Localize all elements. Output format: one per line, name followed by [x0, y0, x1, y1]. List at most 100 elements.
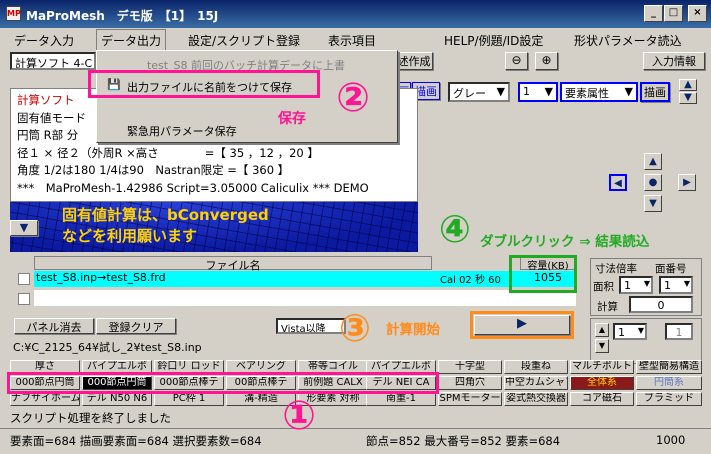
center-dot-icon[interactable]: ● [644, 174, 662, 191]
shape-button[interactable]: 四角穴 [438, 376, 502, 390]
row2-checkbox[interactable] [18, 293, 30, 305]
file-name-header: ファイル名 [34, 256, 432, 272]
spin-down-icon[interactable]: ▼ [595, 339, 609, 353]
calc-software-field[interactable]: 計算ソフト 4-C [10, 52, 96, 70]
arrow-right-icon[interactable]: ▶ [678, 174, 696, 191]
file-row-2[interactable] [34, 290, 576, 306]
zoom-in-button[interactable]: ⊕ [535, 52, 558, 70]
shape-button[interactable]: 姿式熱交換器 [504, 392, 568, 406]
annotation-1: ① [282, 393, 316, 439]
file-row-1[interactable]: test_S8.inp→test_S8.frd [34, 271, 432, 287]
highlight-run [470, 311, 574, 339]
zoom-value: 1000 [656, 433, 686, 447]
magnifier-plus-icon: ⊕ [541, 53, 552, 67]
highlight-capacity [509, 255, 577, 293]
draw-button-3[interactable]: 描画 [640, 82, 670, 102]
highlight-shape-row [7, 372, 439, 394]
menu-help[interactable]: HELP/例題/ID設定 [444, 32, 543, 49]
menu-bar: データ入力 データ出力 設定/スクリプト登録 表示項目 HELP/例題/ID設定… [0, 29, 711, 50]
mesh-view[interactable]: 固有値計算は、bConverged などを利用願います [10, 202, 418, 252]
shape-button[interactable]: PC枠 1 [154, 392, 224, 406]
shape-button[interactable]: 壁型簡易構造 [636, 360, 702, 374]
dimension-panel: 寸法倍率 面番号 面积 1 ▼ 1 ▼ 計算 0 [590, 258, 702, 316]
arrow-down-icon[interactable]: ▼ [644, 195, 662, 212]
spin-right-field[interactable]: 1 [665, 323, 693, 340]
triangle-down-icon: ▼ [19, 221, 29, 234]
scroll-down-icon[interactable]: ▼ [679, 92, 697, 104]
shape-button[interactable]: 段重ね [504, 360, 568, 374]
arrow-up-icon[interactable]: ▲ [644, 153, 662, 170]
input-info-button[interactable]: 入力情報 [643, 52, 705, 70]
color-select[interactable]: グレー ▼ [448, 82, 510, 102]
arrow-left-icon[interactable]: ◀ [609, 174, 627, 191]
coord-global-button[interactable]: 全体系 [570, 376, 634, 390]
emergency-save-item[interactable]: 緊急用パラメータ保存 [127, 123, 425, 139]
status-bar: 要素面=684 描画要素面=684 選択要素数=684 節点=852 最大番号=… [0, 428, 711, 450]
attr-select[interactable]: 要素属性 ▼ [560, 82, 638, 102]
zoom-out-button[interactable]: ⊖ [505, 52, 528, 70]
menu-shape-param[interactable]: 形状パラメータ読込 [574, 32, 682, 49]
chevron-down-icon: ▼ [544, 85, 553, 98]
face-label: 面积 [593, 281, 614, 293]
menu-display[interactable]: 表示項目 [328, 32, 376, 49]
info-line: *** MaProMesh-1.42986 Script=3.05000 Cal… [17, 180, 369, 195]
chevron-down-icon: ▼ [683, 279, 690, 288]
app-icon: MP [6, 6, 21, 21]
info-line: 角度 1/2は180 1/4は90 Nastran限定 =【 360 】 [17, 163, 290, 177]
script-message: スクリプト処理を終了しました [10, 411, 171, 425]
node-stats: 節点=852 最大番号=852 要素=684 [366, 434, 561, 448]
shape-button[interactable]: 南重-1 [366, 392, 436, 406]
face-num-label: 面番号 [655, 263, 687, 275]
maximize-button[interactable]: □ [664, 5, 683, 22]
minimize-button[interactable]: _ [644, 5, 663, 22]
panel-clear-button[interactable]: パネル消去 [14, 318, 94, 334]
double-click-label: ダブルクリック ⇒ 結果読込 [480, 234, 650, 250]
info-line: 径１ × 径２（外周R ×高さ =【 35 ，12 ，20 】 [17, 145, 319, 160]
file-panel: ファイル名 容量(KB) test_S8.inp→test_S8.frd Cal… [14, 256, 580, 314]
spin-up-icon[interactable]: ▲ [595, 323, 609, 337]
calc-start-label: 計算開始 [386, 322, 440, 338]
scale-select[interactable]: 1 ▼ [619, 276, 653, 294]
scroll-up-icon[interactable]: ▲ [679, 79, 697, 91]
create-button[interactable]: 述作成 [395, 52, 433, 70]
calc-label: 計算 [597, 301, 618, 313]
shape-button[interactable]: 中空カムシャフ [504, 376, 568, 390]
shape-button[interactable]: ブラミッド [636, 392, 702, 406]
menu-data-output[interactable]: データ出力 [96, 29, 167, 50]
shape-button[interactable]: コア磁石 [570, 392, 634, 406]
mesh-message-1: 固有値計算は、bConverged [62, 206, 269, 224]
shape-button[interactable]: マルチボルト [570, 360, 634, 374]
shape-button[interactable]: 十字型 [438, 360, 502, 374]
file-row-1-cal: Cal 02 秒 60 [432, 271, 520, 287]
save-label: 保存 [278, 111, 306, 127]
mesh-message-2: などを利用願います [62, 227, 198, 245]
calc-field[interactable]: 0 [629, 296, 693, 313]
shape-button[interactable]: デル N50 N6 [82, 392, 152, 406]
annotation-2: ② [336, 75, 370, 121]
title-bar: MP MaProMesh デモ版 【1】 15J _ □ × [0, 0, 711, 28]
chevron-down-icon: ▼ [496, 85, 505, 98]
coord-cylinder-button[interactable]: 円筒系 [636, 376, 702, 390]
chevron-down-icon: ▼ [643, 279, 650, 288]
scale-label: 寸法倍率 [595, 263, 637, 275]
chevron-down-icon: ▼ [637, 326, 644, 335]
annotation-4: ④ [438, 207, 472, 251]
row1-checkbox[interactable] [18, 273, 30, 285]
chevron-down-icon: ▼ [624, 85, 633, 98]
expand-button[interactable]: ▼ [10, 220, 38, 236]
register-clear-button[interactable]: 登録クリア [96, 318, 176, 334]
highlight-save [88, 70, 320, 98]
shape-button[interactable]: SPMモーター [438, 392, 502, 406]
window-title: MaProMesh デモ版 【1】 15J [26, 9, 219, 23]
shape-button[interactable]: ナフサイホーム [10, 392, 80, 406]
close-button[interactable]: × [688, 5, 707, 22]
face-num-select[interactable]: 1 ▼ [659, 276, 693, 294]
num-select[interactable]: 1 ▼ [518, 82, 558, 102]
path-display: C:¥C_2125_64¥試し_2¥test_S8.inp [10, 338, 590, 356]
menu-settings-script[interactable]: 設定/スクリプト登録 [188, 32, 300, 49]
magnifier-minus-icon: ⊖ [511, 53, 522, 67]
spin-value-select[interactable]: 1 ▼ [613, 323, 647, 340]
menu-data-input[interactable]: データ入力 [14, 32, 74, 49]
element-stats: 要素面=684 描画要素面=684 選択要素数=684 [10, 434, 262, 448]
annotation-3: ③ [338, 306, 372, 350]
